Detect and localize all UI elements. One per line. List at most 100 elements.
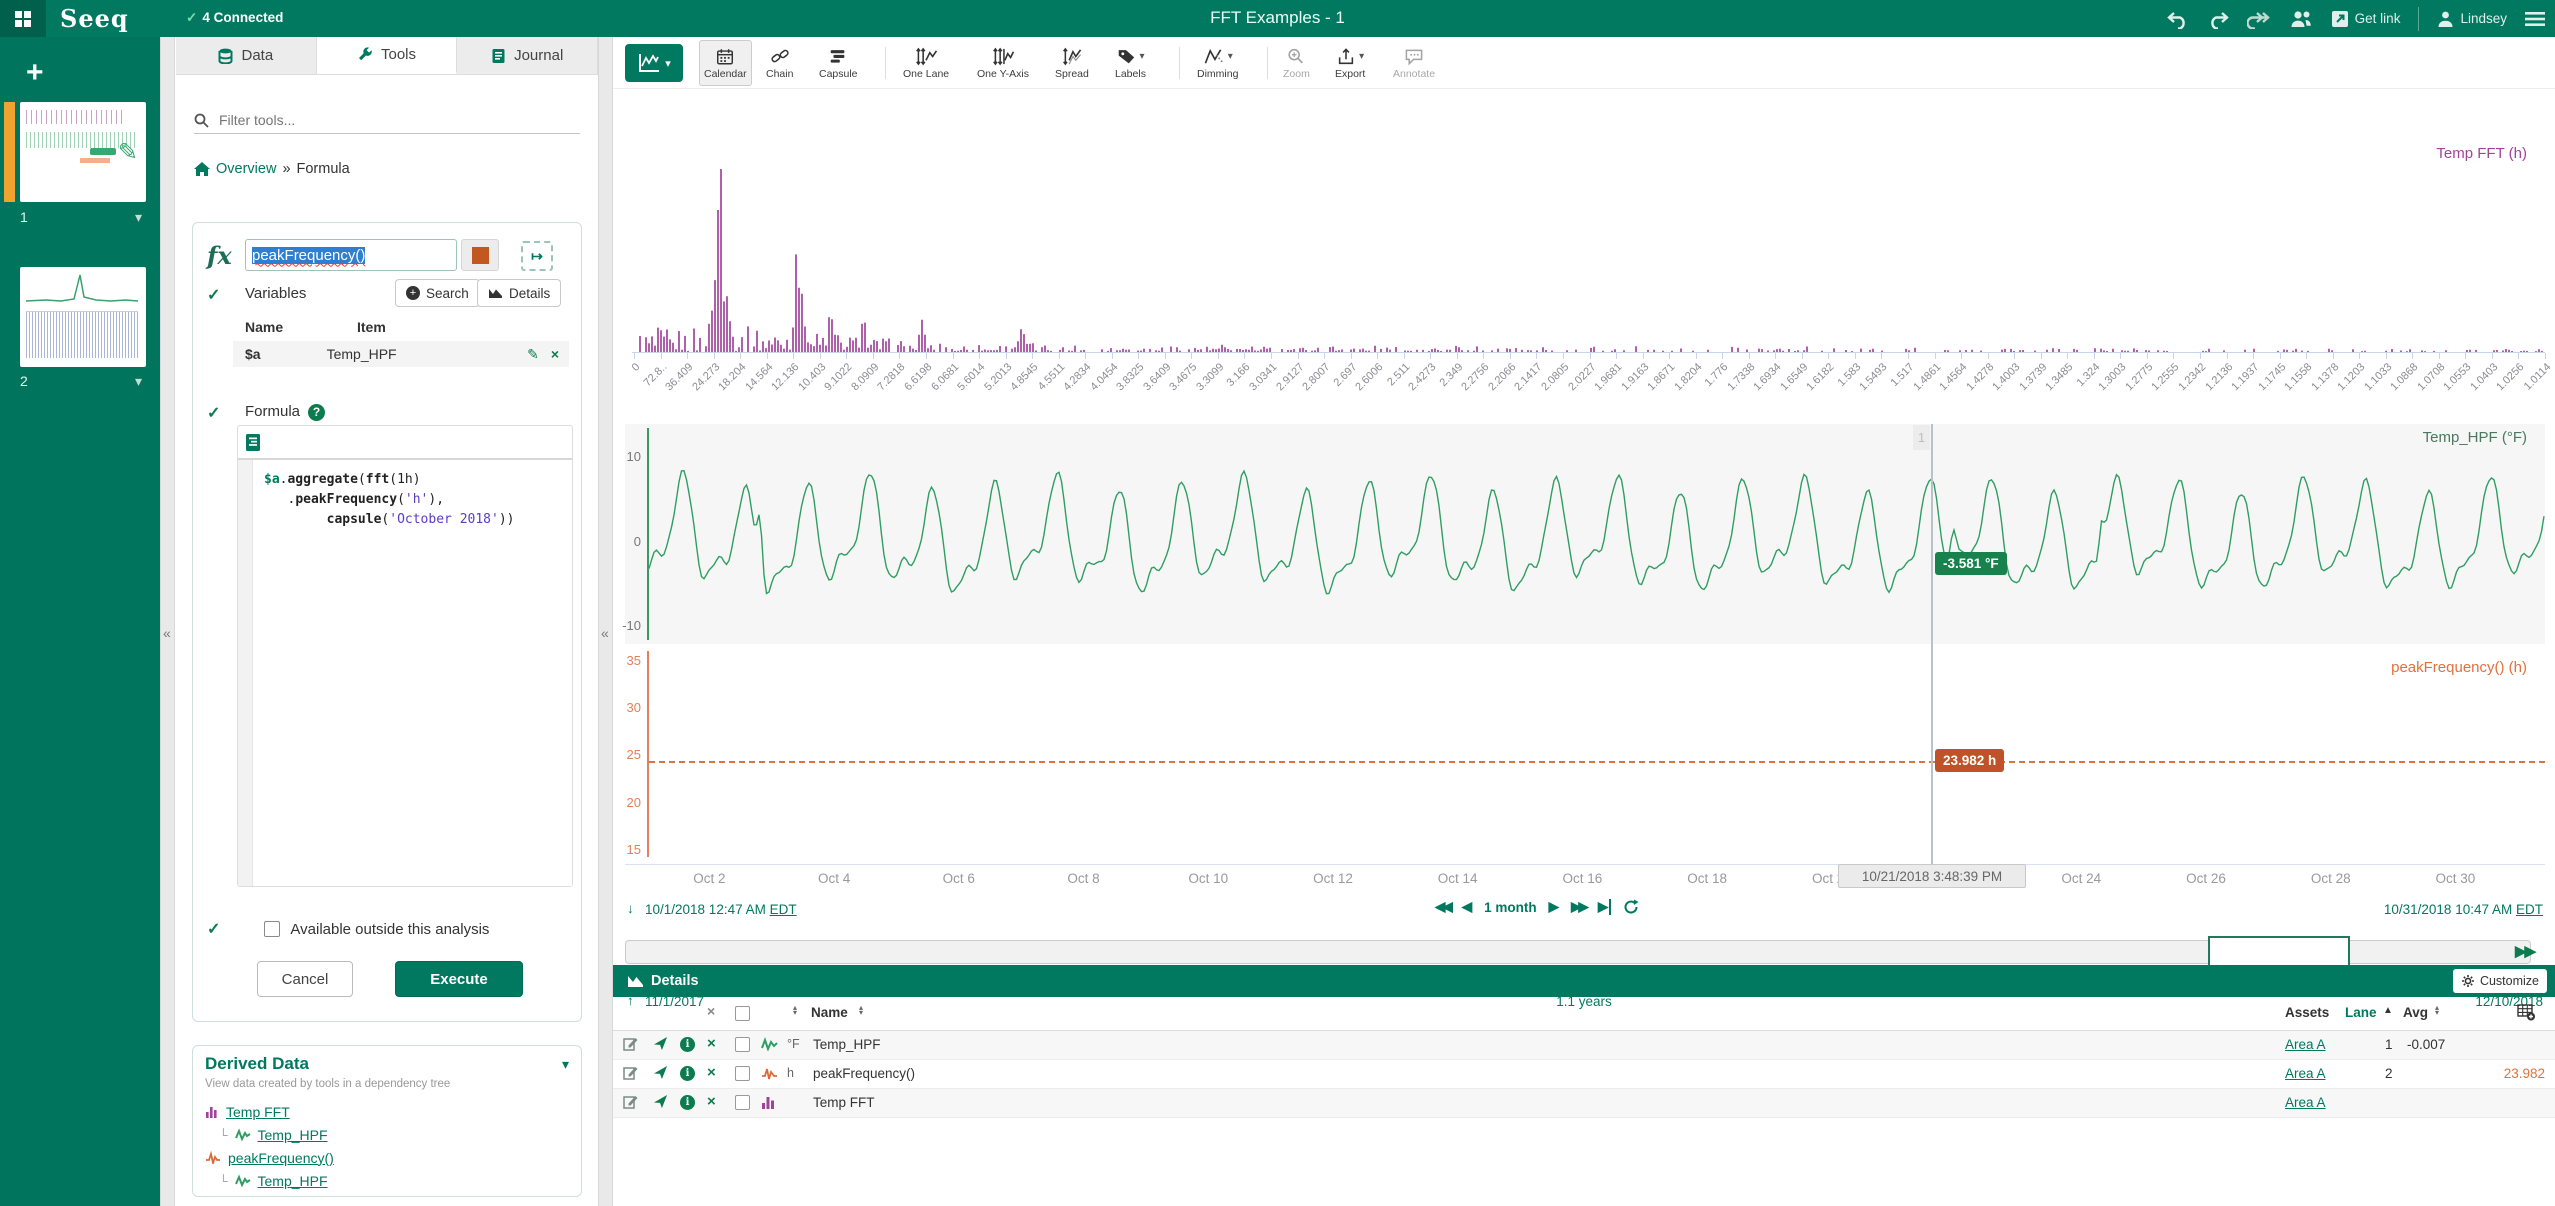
- pf-dashed-line[interactable]: [649, 761, 2545, 763]
- hamburger-menu-icon[interactable]: [2525, 11, 2545, 27]
- execute-button[interactable]: Execute: [395, 961, 523, 997]
- toolbar-annotate-button[interactable]: Annotate: [1389, 40, 1439, 86]
- collapse-tools-strip[interactable]: «: [598, 37, 613, 1206]
- fft-series-label[interactable]: Temp FFT (h): [2436, 145, 2527, 162]
- sort-icon[interactable]: ▴▾: [793, 1005, 797, 1015]
- asset-link[interactable]: Area A: [2285, 1095, 2326, 1110]
- remove-all-icon[interactable]: ×: [707, 1003, 715, 1019]
- edit-item-icon[interactable]: [623, 1094, 638, 1109]
- formula-code[interactable]: $a.aggregate(fft(1h) .peakFrequency('h')…: [264, 470, 514, 530]
- avg-column-header[interactable]: Avg: [2403, 1005, 2428, 1020]
- row-checkbox[interactable]: [735, 1066, 750, 1081]
- remove-variable-icon[interactable]: ×: [551, 346, 559, 362]
- asset-link[interactable]: Area A: [2285, 1037, 2326, 1052]
- collapse-derived-chevron[interactable]: ▾: [562, 1056, 569, 1073]
- toolbar-labels-button[interactable]: ▾ Labels: [1111, 40, 1150, 86]
- step-back-full-icon[interactable]: ◀◀: [1435, 899, 1450, 915]
- edit-variable-icon[interactable]: ✎: [527, 346, 539, 363]
- toolbar-spread-button[interactable]: Spread: [1051, 40, 1093, 86]
- formula-name-input[interactable]: peakFrequency(): [245, 239, 457, 271]
- send-item-icon[interactable]: [653, 1036, 668, 1051]
- maximize-tool-icon[interactable]: ↦: [521, 241, 553, 271]
- step-back-half-icon[interactable]: ◀: [1462, 899, 1472, 915]
- asset-link[interactable]: Area A: [2285, 1066, 2326, 1081]
- worksheet-menu-chevron[interactable]: ▾: [135, 209, 142, 226]
- user-menu[interactable]: Lindsey: [2437, 10, 2507, 28]
- step-forward-full-icon[interactable]: ▶▶: [1571, 899, 1586, 915]
- range-duration[interactable]: 1 month: [1484, 900, 1537, 915]
- view-selector-dropdown[interactable]: ▾: [625, 44, 683, 82]
- redo-icon[interactable]: [2207, 9, 2229, 29]
- timeline-selection[interactable]: [2208, 936, 2350, 967]
- refresh-icon[interactable]: [1623, 899, 1639, 915]
- help-icon[interactable]: ?: [308, 404, 325, 421]
- sort-asc-icon[interactable]: ▲: [2383, 1005, 2393, 1016]
- pf-y-axis[interactable]: [647, 651, 649, 857]
- filter-tools-input[interactable]: [217, 111, 561, 129]
- pf-series-label[interactable]: peakFrequency() (h): [2391, 659, 2527, 676]
- info-icon[interactable]: i: [680, 1037, 695, 1052]
- remove-item-icon[interactable]: ×: [707, 1093, 716, 1110]
- toolbar-calendar-button[interactable]: Calendar: [699, 40, 752, 86]
- color-swatch-button[interactable]: [461, 239, 499, 271]
- remove-item-icon[interactable]: ×: [707, 1064, 716, 1081]
- add-worksheet-button[interactable]: +: [26, 63, 44, 83]
- derived-item-link[interactable]: Temp FFT: [226, 1104, 290, 1120]
- step-forward-half-icon[interactable]: ▶: [1549, 899, 1559, 915]
- tab-journal[interactable]: Journal: [457, 37, 598, 74]
- toolbar-zoom-button[interactable]: Zoom: [1279, 40, 1314, 86]
- home-icon[interactable]: [194, 162, 210, 176]
- customize-button[interactable]: Customize: [2453, 969, 2547, 993]
- name-column-header[interactable]: Name: [811, 1005, 848, 1020]
- sort-icon[interactable]: ▴▾: [859, 1005, 863, 1015]
- tab-data[interactable]: Data: [176, 37, 317, 74]
- worksheet-thumbnail-2[interactable]: [20, 267, 146, 367]
- timeline-auto-update-icon[interactable]: ▶▶: [2515, 942, 2534, 960]
- redo-all-icon[interactable]: [2247, 9, 2271, 29]
- assets-column-header[interactable]: Assets: [2285, 1005, 2329, 1020]
- hpf-signal[interactable]: [649, 424, 2545, 644]
- edit-item-icon[interactable]: [623, 1036, 638, 1051]
- remove-item-icon[interactable]: ×: [707, 1035, 716, 1052]
- formula-editor[interactable]: $a.aggregate(fft(1h) .peakFrequency('h')…: [237, 425, 573, 887]
- info-icon[interactable]: i: [680, 1095, 695, 1110]
- sort-icon[interactable]: ▴▾: [2435, 1005, 2439, 1015]
- toolbar-export-button[interactable]: ▾ Export: [1331, 40, 1369, 86]
- toolbar-one-lane-button[interactable]: One Lane: [899, 40, 953, 86]
- send-item-icon[interactable]: [653, 1065, 668, 1080]
- available-checkbox[interactable]: [264, 921, 280, 937]
- info-icon[interactable]: i: [680, 1066, 695, 1081]
- hpf-series-label[interactable]: Temp_HPF (°F): [2423, 429, 2527, 446]
- edit-item-icon[interactable]: [623, 1065, 638, 1080]
- row-checkbox[interactable]: [735, 1037, 750, 1052]
- derived-item-link[interactable]: Temp_HPF: [258, 1173, 328, 1189]
- cancel-button[interactable]: Cancel: [257, 961, 353, 997]
- send-item-icon[interactable]: [653, 1094, 668, 1109]
- worksheet-menu-chevron[interactable]: ▾: [135, 373, 142, 390]
- derived-item-link[interactable]: Temp_HPF: [258, 1127, 328, 1143]
- users-access-icon[interactable]: [2289, 9, 2313, 28]
- collapse-worksheets-strip[interactable]: «: [160, 37, 175, 1206]
- tab-tools[interactable]: Tools: [317, 37, 458, 74]
- add-column-icon[interactable]: [2517, 1004, 2536, 1021]
- toolbar-capsule-button[interactable]: Capsule: [815, 40, 862, 86]
- variable-details-button[interactable]: Details: [477, 279, 561, 307]
- lane-column-header[interactable]: Lane: [2345, 1005, 2377, 1020]
- variable-row: $a Temp_HPF ✎ ×: [233, 341, 569, 367]
- derived-item-link[interactable]: peakFrequency(): [228, 1150, 334, 1166]
- toolbar-chain-button[interactable]: Chain: [762, 40, 797, 86]
- trend-chart[interactable]: Temp FFT (h) 072.8..36.40924.27318.20414…: [613, 89, 2555, 965]
- get-link-button[interactable]: Get link: [2331, 10, 2401, 28]
- document-icon[interactable]: [246, 434, 260, 451]
- range-start[interactable]: 10/1/2018 12:47 AM EDT: [645, 902, 797, 917]
- row-checkbox[interactable]: [735, 1095, 750, 1110]
- select-all-checkbox[interactable]: [735, 1006, 750, 1021]
- variable-search-button[interactable]: + Search: [395, 279, 480, 307]
- toolbar-dimming-button[interactable]: ▾ Dimming: [1193, 40, 1242, 86]
- step-to-now-icon[interactable]: ▶: [1598, 899, 1611, 915]
- breadcrumb-overview-link[interactable]: Overview: [216, 161, 276, 177]
- toolbar-one-y-axis-button[interactable]: One Y-Axis: [973, 40, 1033, 86]
- worksheet-thumbnail-1[interactable]: ✎: [20, 102, 146, 202]
- undo-icon[interactable]: [2167, 9, 2189, 29]
- range-end[interactable]: 10/31/2018 10:47 AM EDT: [2384, 902, 2543, 917]
